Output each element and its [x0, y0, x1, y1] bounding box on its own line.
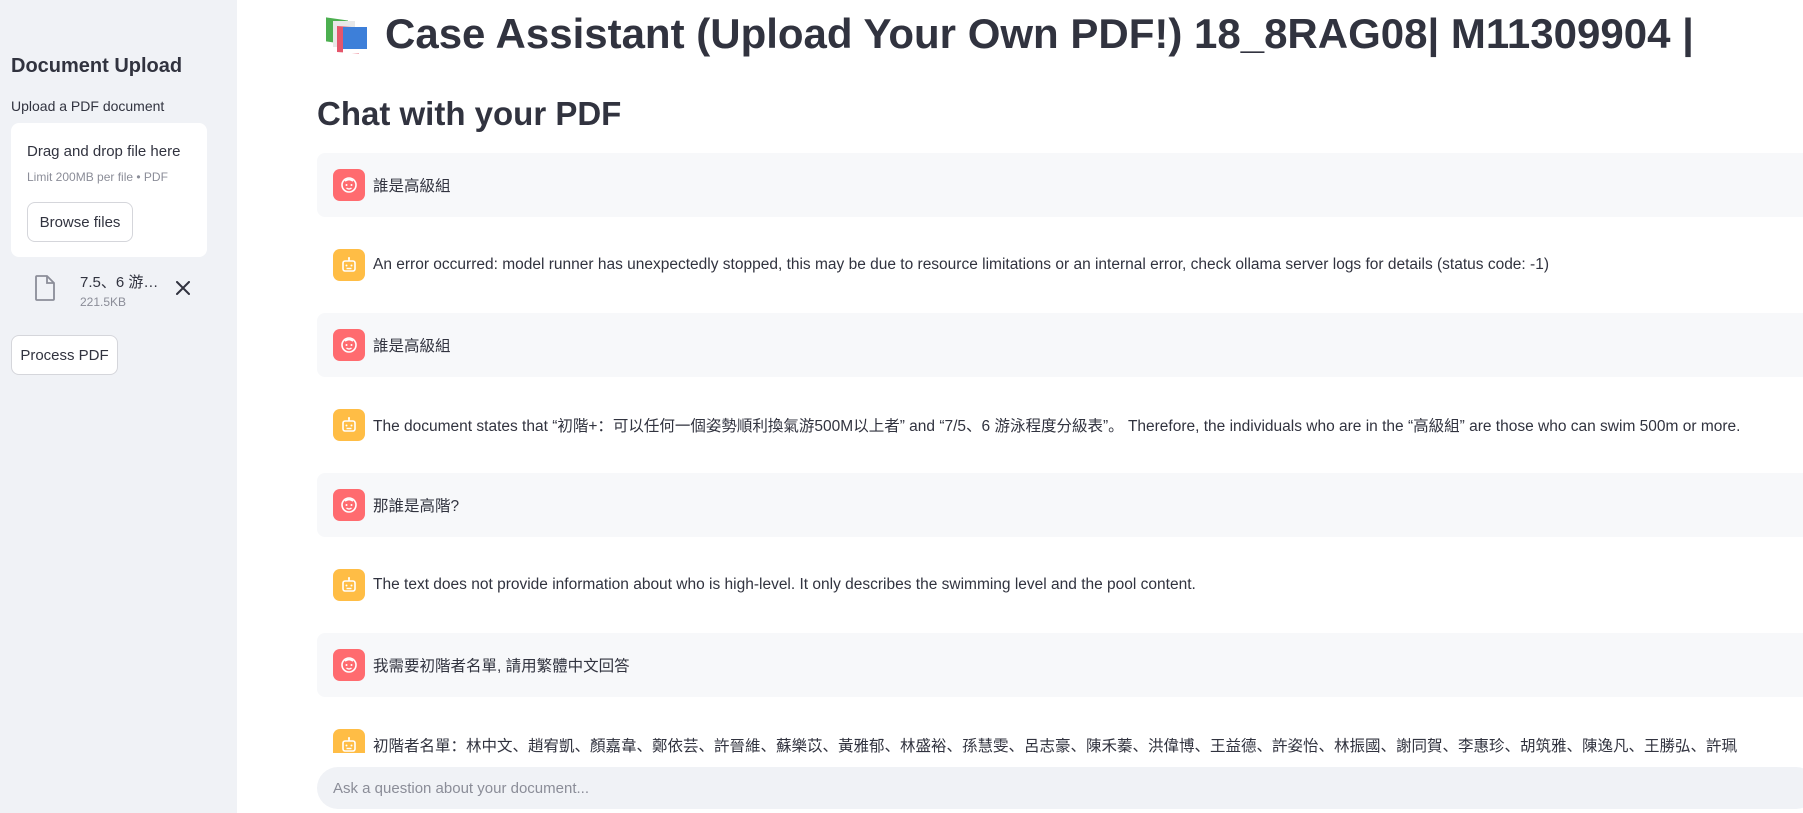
- chat-message-text: The document states that “初階+：可以任何一個姿勢順利…: [373, 418, 1741, 435]
- upload-label: Upload a PDF document: [11, 98, 165, 114]
- chat-message-text: 誰是高級組: [373, 338, 451, 355]
- chat-message-text: An error occurred: model runner has unex…: [373, 256, 1549, 273]
- chat-input-bar: [317, 767, 1803, 809]
- bot-avatar-icon: [333, 569, 365, 601]
- chat-message-user: 那誰是高階?: [317, 473, 1803, 537]
- bot-avatar-icon: [333, 729, 365, 753]
- uploaded-file-name: 7.5、6 游…: [80, 274, 159, 291]
- chat-message-list: 誰是高級組 An error occurred: model runner ha…: [317, 153, 1803, 753]
- sidebar: Document Upload Upload a PDF document Dr…: [0, 0, 237, 813]
- bot-avatar-icon: [333, 409, 365, 441]
- chat-message-user: 我需要初階者名單, 請用繁體中文回答: [317, 633, 1803, 697]
- file-icon: [35, 275, 55, 301]
- chat-section-title: Chat with your PDF: [317, 95, 622, 132]
- chat-message-assistant: 初階者名單：林中文、趙宥凱、顏嘉韋、鄭依芸、許晉維、蘇樂苡、黃雅郁、林盛裕、孫慧…: [317, 713, 1803, 753]
- books-icon: [323, 13, 371, 55]
- chat-message-text: 誰是高級組: [373, 178, 451, 195]
- user-avatar-icon: [333, 489, 365, 521]
- close-icon[interactable]: [173, 278, 193, 298]
- chat-message-text: 那誰是高階?: [373, 498, 460, 515]
- user-avatar-icon: [333, 649, 365, 681]
- chat-message-assistant: The text does not provide information ab…: [317, 553, 1803, 617]
- bot-avatar-icon: [333, 249, 365, 281]
- chat-message-assistant: The document states that “初階+：可以任何一個姿勢順利…: [317, 393, 1803, 457]
- chat-message-text: 初階者名單：林中文、趙宥凱、顏嘉韋、鄭依芸、許晉維、蘇樂苡、黃雅郁、林盛裕、孫慧…: [373, 738, 1738, 753]
- chat-message-text: 我需要初階者名單, 請用繁體中文回答: [373, 658, 630, 675]
- file-dropzone[interactable]: Drag and drop file here Limit 200MB per …: [11, 123, 207, 257]
- chat-message-assistant: An error occurred: model runner has unex…: [317, 233, 1803, 297]
- chat-message-text: The text does not provide information ab…: [373, 576, 1196, 593]
- chat-message-user: 誰是高級組: [317, 313, 1803, 377]
- dropzone-text: Drag and drop file here: [27, 143, 181, 160]
- browse-files-button[interactable]: Browse files: [27, 202, 133, 242]
- sidebar-title: Document Upload: [11, 55, 183, 77]
- main-content: Case Assistant (Upload Your Own PDF!) 18…: [237, 0, 1803, 813]
- page-title: Case Assistant (Upload Your Own PDF!) 18…: [323, 10, 1694, 58]
- uploaded-file-size: 221.5KB: [80, 295, 127, 309]
- chat-input[interactable]: [333, 767, 1733, 809]
- page-title-text: Case Assistant (Upload Your Own PDF!) 18…: [385, 10, 1694, 57]
- dropzone-limit-text: Limit 200MB per file • PDF: [27, 170, 168, 184]
- uploaded-file-item: 7.5、6 游… 221.5KB: [35, 270, 205, 312]
- app-root: Document Upload Upload a PDF document Dr…: [0, 0, 1803, 813]
- user-avatar-icon: [333, 169, 365, 201]
- chat-message-user: 誰是高級組: [317, 153, 1803, 217]
- process-pdf-button[interactable]: Process PDF: [11, 335, 118, 375]
- user-avatar-icon: [333, 329, 365, 361]
